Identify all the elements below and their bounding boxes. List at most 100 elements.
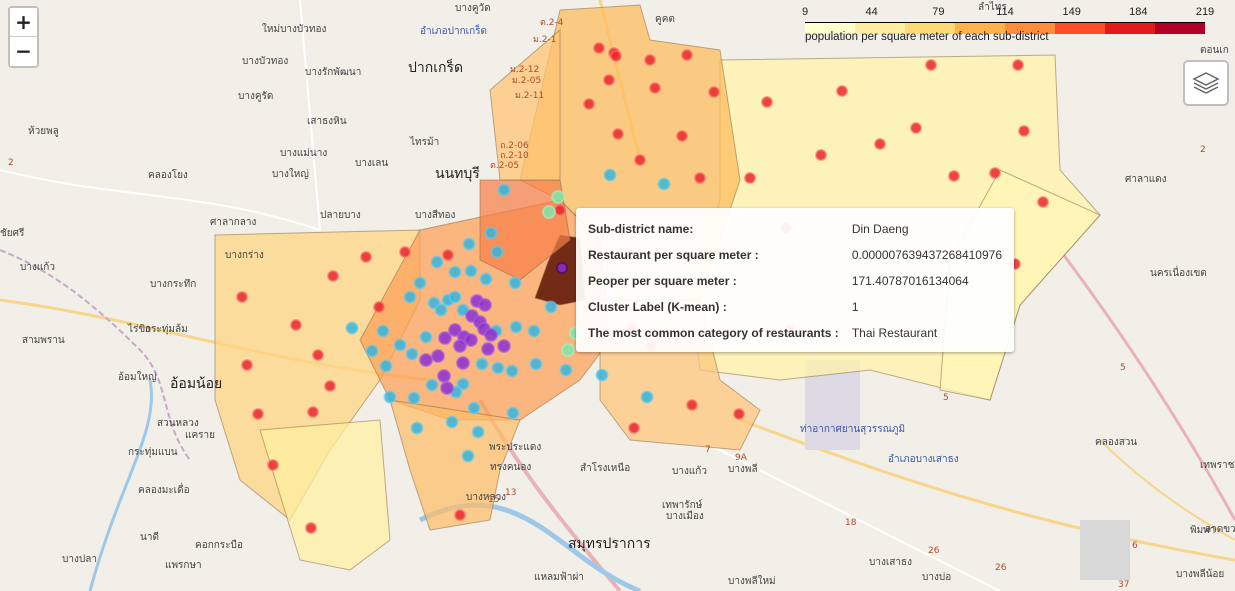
cluster-marker-blue[interactable]	[527, 324, 541, 338]
cluster-marker-blue[interactable]	[595, 368, 609, 382]
cluster-marker-red[interactable]	[610, 50, 622, 62]
cluster-marker-red[interactable]	[989, 167, 1001, 179]
cluster-marker-red[interactable]	[910, 122, 922, 134]
cluster-marker-red[interactable]	[373, 301, 385, 313]
cluster-marker-purple[interactable]	[456, 356, 470, 370]
zoom-out-button[interactable]: −	[10, 37, 37, 66]
cluster-marker-green[interactable]	[542, 205, 556, 219]
cluster-marker-red[interactable]	[634, 154, 646, 166]
cluster-marker-red[interactable]	[360, 251, 372, 263]
cluster-marker-purple[interactable]	[484, 328, 498, 342]
cluster-marker-blue[interactable]	[491, 361, 505, 375]
cluster-marker-red[interactable]	[836, 85, 848, 97]
cluster-marker-red[interactable]	[454, 509, 466, 521]
cluster-marker-blue[interactable]	[383, 390, 397, 404]
cluster-marker-purple[interactable]	[453, 339, 467, 353]
cluster-marker-red[interactable]	[1012, 59, 1024, 71]
cluster-marker-blue[interactable]	[379, 359, 393, 373]
cluster-marker-blue[interactable]	[497, 183, 511, 197]
cluster-marker-blue[interactable]	[462, 237, 476, 251]
cluster-marker-red[interactable]	[708, 86, 720, 98]
cluster-marker-red[interactable]	[241, 359, 253, 371]
cluster-marker-blue[interactable]	[509, 320, 523, 334]
cluster-marker-red[interactable]	[874, 138, 886, 150]
cluster-marker-purple[interactable]	[464, 333, 478, 347]
cluster-marker-blue[interactable]	[405, 347, 419, 361]
cluster-marker-purple[interactable]	[437, 369, 451, 383]
cluster-marker-red[interactable]	[312, 349, 324, 361]
cluster-marker-red[interactable]	[744, 172, 756, 184]
cluster-marker-red[interactable]	[612, 128, 624, 140]
cluster-marker-blue[interactable]	[345, 321, 359, 335]
cluster-marker-blue[interactable]	[413, 276, 427, 290]
cluster-marker-blue[interactable]	[419, 330, 433, 344]
cluster-marker-blue[interactable]	[448, 265, 462, 279]
cluster-marker-red[interactable]	[733, 408, 745, 420]
cluster-marker-red[interactable]	[1037, 196, 1049, 208]
cluster-marker-blue[interactable]	[484, 226, 498, 240]
cluster-marker-red[interactable]	[948, 170, 960, 182]
cluster-marker-red[interactable]	[399, 246, 411, 258]
cluster-marker-blue[interactable]	[505, 364, 519, 378]
cluster-marker-blue[interactable]	[640, 390, 654, 404]
cluster-marker-red[interactable]	[686, 399, 698, 411]
cluster-marker-red[interactable]	[327, 270, 339, 282]
cluster-marker-blue[interactable]	[479, 272, 493, 286]
layers-control-button[interactable]	[1183, 60, 1229, 106]
cluster-marker-blue[interactable]	[475, 357, 489, 371]
cluster-marker-blue[interactable]	[376, 324, 390, 338]
cluster-marker-red[interactable]	[305, 522, 317, 534]
cluster-marker-red[interactable]	[593, 42, 605, 54]
cluster-marker-blue[interactable]	[425, 378, 439, 392]
cluster-marker-blue[interactable]	[445, 415, 459, 429]
cluster-marker-blue[interactable]	[657, 177, 671, 191]
cluster-marker-blue[interactable]	[365, 344, 379, 358]
cluster-marker-red[interactable]	[925, 59, 937, 71]
cluster-marker-selected[interactable]	[556, 262, 568, 274]
cluster-marker-blue[interactable]	[407, 391, 421, 405]
cluster-marker-blue[interactable]	[529, 357, 543, 371]
cluster-marker-red[interactable]	[307, 406, 319, 418]
cluster-marker-blue[interactable]	[430, 255, 444, 269]
cluster-marker-purple[interactable]	[431, 349, 445, 363]
cluster-marker-red[interactable]	[442, 249, 454, 261]
cluster-marker-blue[interactable]	[410, 421, 424, 435]
cluster-marker-purple[interactable]	[419, 353, 433, 367]
cluster-marker-blue[interactable]	[471, 425, 485, 439]
cluster-marker-red[interactable]	[681, 49, 693, 61]
cluster-marker-blue[interactable]	[544, 300, 558, 314]
cluster-marker-red[interactable]	[290, 319, 302, 331]
cluster-marker-red[interactable]	[649, 82, 661, 94]
cluster-marker-purple[interactable]	[438, 331, 452, 345]
cluster-marker-green[interactable]	[551, 190, 565, 204]
cluster-marker-red[interactable]	[583, 98, 595, 110]
cluster-marker-red[interactable]	[694, 172, 706, 184]
cluster-marker-red[interactable]	[1018, 125, 1030, 137]
cluster-marker-red[interactable]	[236, 291, 248, 303]
cluster-marker-red[interactable]	[644, 54, 656, 66]
cluster-marker-purple[interactable]	[481, 342, 495, 356]
cluster-marker-red[interactable]	[761, 96, 773, 108]
cluster-marker-red[interactable]	[603, 74, 615, 86]
cluster-marker-purple[interactable]	[497, 339, 511, 353]
cluster-marker-purple[interactable]	[440, 381, 454, 395]
cluster-marker-blue[interactable]	[403, 290, 417, 304]
cluster-marker-blue[interactable]	[508, 276, 522, 290]
cluster-marker-blue[interactable]	[434, 303, 448, 317]
cluster-marker-red[interactable]	[252, 408, 264, 420]
cluster-marker-blue[interactable]	[490, 245, 504, 259]
cluster-marker-purple[interactable]	[478, 298, 492, 312]
cluster-marker-blue[interactable]	[467, 401, 481, 415]
cluster-marker-blue[interactable]	[506, 406, 520, 420]
cluster-marker-red[interactable]	[628, 422, 640, 434]
cluster-marker-blue[interactable]	[393, 338, 407, 352]
cluster-marker-blue[interactable]	[461, 449, 475, 463]
cluster-marker-blue[interactable]	[448, 290, 462, 304]
cluster-marker-red[interactable]	[267, 459, 279, 471]
cluster-marker-blue[interactable]	[464, 264, 478, 278]
cluster-marker-red[interactable]	[324, 380, 336, 392]
cluster-marker-green[interactable]	[561, 343, 575, 357]
cluster-marker-red[interactable]	[554, 204, 566, 216]
cluster-marker-red[interactable]	[815, 149, 827, 161]
zoom-in-button[interactable]: +	[10, 8, 37, 37]
